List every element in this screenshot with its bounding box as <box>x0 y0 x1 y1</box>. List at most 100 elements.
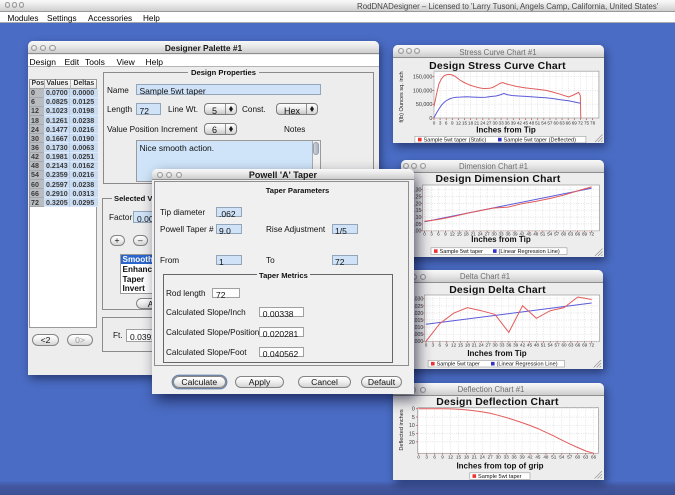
svg-text:57: 57 <box>567 455 573 460</box>
svg-text:6: 6 <box>439 342 442 347</box>
svg-text:63: 63 <box>559 120 565 125</box>
svg-text:69: 69 <box>582 231 588 236</box>
svg-text:54: 54 <box>541 120 547 125</box>
svg-text:15: 15 <box>457 231 463 236</box>
svg-text:9: 9 <box>451 120 454 125</box>
svg-text:Inches from top of grip: Inches from top of grip <box>456 462 543 471</box>
svg-text:45: 45 <box>527 342 533 347</box>
svg-text:100,000: 100,000 <box>412 88 432 94</box>
svg-text:12: 12 <box>450 231 456 236</box>
svg-text:66: 66 <box>565 120 571 125</box>
svg-text:f(lb) Ounces sq. inch: f(lb) Ounces sq. inch <box>399 71 405 122</box>
svg-text:60: 60 <box>575 455 581 460</box>
svg-text:27: 27 <box>488 455 494 460</box>
svg-text:48: 48 <box>534 342 540 347</box>
svg-text:Inches from Tip: Inches from Tip <box>476 125 536 134</box>
svg-text:18: 18 <box>468 120 474 125</box>
svg-text:(Linear Regression Line): (Linear Regression Line) <box>496 361 557 367</box>
svg-text:39: 39 <box>513 342 519 347</box>
svg-text:18: 18 <box>464 231 470 236</box>
svg-text:66: 66 <box>575 231 581 236</box>
svg-text:9: 9 <box>441 455 444 460</box>
svg-text:66: 66 <box>591 455 597 460</box>
svg-text:54: 54 <box>559 455 565 460</box>
svg-text:30: 30 <box>496 455 502 460</box>
svg-text:0: 0 <box>417 455 420 460</box>
svg-text:Sample 5wt taper (Static): Sample 5wt taper (Static) <box>423 137 486 143</box>
svg-text:Deflected inches: Deflected inches <box>399 409 405 451</box>
svg-text:21: 21 <box>472 455 478 460</box>
svg-text:3: 3 <box>430 231 433 236</box>
svg-text:33: 33 <box>504 455 510 460</box>
svg-text:15: 15 <box>456 455 462 460</box>
svg-text:30: 30 <box>492 342 498 347</box>
svg-text:63: 63 <box>568 231 574 236</box>
svg-text:9: 9 <box>445 342 448 347</box>
svg-text:20: 20 <box>409 440 415 446</box>
svg-text:60: 60 <box>553 120 559 125</box>
svg-text:63: 63 <box>583 455 589 460</box>
svg-text:57: 57 <box>554 231 560 236</box>
svg-text:18: 18 <box>465 342 471 347</box>
svg-text:60: 60 <box>561 231 567 236</box>
svg-text:72: 72 <box>577 120 583 125</box>
svg-text:69: 69 <box>571 120 577 125</box>
svg-text:42: 42 <box>520 342 526 347</box>
svg-text:42: 42 <box>527 455 533 460</box>
svg-text:24: 24 <box>479 342 485 347</box>
svg-text:12: 12 <box>451 342 457 347</box>
svg-text:3: 3 <box>425 455 428 460</box>
svg-text:33: 33 <box>499 342 505 347</box>
svg-text:Inches from Tip: Inches from Tip <box>467 349 526 358</box>
svg-text:9: 9 <box>444 231 447 236</box>
svg-text:48: 48 <box>543 455 549 460</box>
svg-text:51: 51 <box>551 455 557 460</box>
svg-text:63: 63 <box>568 342 574 347</box>
svg-text:Inches from Tip: Inches from Tip <box>471 235 531 244</box>
svg-text:60: 60 <box>561 342 567 347</box>
svg-text:72: 72 <box>589 231 595 236</box>
svg-text:36: 36 <box>512 455 518 460</box>
svg-text:48: 48 <box>533 231 539 236</box>
svg-text:69: 69 <box>582 342 588 347</box>
svg-text:78: 78 <box>590 120 596 125</box>
svg-text:Sample 5wt taper: Sample 5wt taper <box>440 248 484 254</box>
svg-text:24: 24 <box>480 455 486 460</box>
svg-text:(Linear Regression Line): (Linear Regression Line) <box>499 248 560 254</box>
svg-text:72: 72 <box>589 342 595 347</box>
svg-text:Sample 5wt taper: Sample 5wt taper <box>478 474 522 480</box>
svg-text:0: 0 <box>423 231 426 236</box>
svg-text:54: 54 <box>548 342 554 347</box>
svg-text:Sample 5wt taper (Deflected): Sample 5wt taper (Deflected) <box>503 137 576 143</box>
svg-text:6: 6 <box>444 120 447 125</box>
svg-text:6: 6 <box>437 231 440 236</box>
svg-text:50,000: 50,000 <box>415 102 432 108</box>
svg-text:54: 54 <box>547 231 553 236</box>
svg-text:10: 10 <box>409 423 415 429</box>
svg-text:51: 51 <box>540 231 546 236</box>
svg-text:45: 45 <box>535 455 541 460</box>
svg-text:75: 75 <box>583 120 589 125</box>
svg-text:39: 39 <box>520 455 526 460</box>
svg-text:57: 57 <box>555 342 561 347</box>
svg-text:12: 12 <box>448 455 454 460</box>
svg-text:5: 5 <box>412 415 415 421</box>
svg-text:12: 12 <box>455 120 461 125</box>
svg-text:15: 15 <box>409 432 415 438</box>
svg-text:6: 6 <box>433 455 436 460</box>
svg-text:3: 3 <box>438 120 441 125</box>
svg-text:15: 15 <box>461 120 467 125</box>
svg-text:Sample 5wt taper: Sample 5wt taper <box>436 361 480 367</box>
svg-text:0: 0 <box>412 407 415 413</box>
svg-text:21: 21 <box>472 342 478 347</box>
svg-text:0: 0 <box>432 120 435 125</box>
svg-text:51: 51 <box>535 120 541 125</box>
svg-text:66: 66 <box>575 342 581 347</box>
svg-text:57: 57 <box>547 120 553 125</box>
svg-text:36: 36 <box>506 342 512 347</box>
svg-text:51: 51 <box>541 342 547 347</box>
svg-text:15: 15 <box>458 342 464 347</box>
svg-text:150,000: 150,000 <box>412 74 432 80</box>
svg-text:18: 18 <box>464 455 470 460</box>
svg-text:3: 3 <box>432 342 435 347</box>
